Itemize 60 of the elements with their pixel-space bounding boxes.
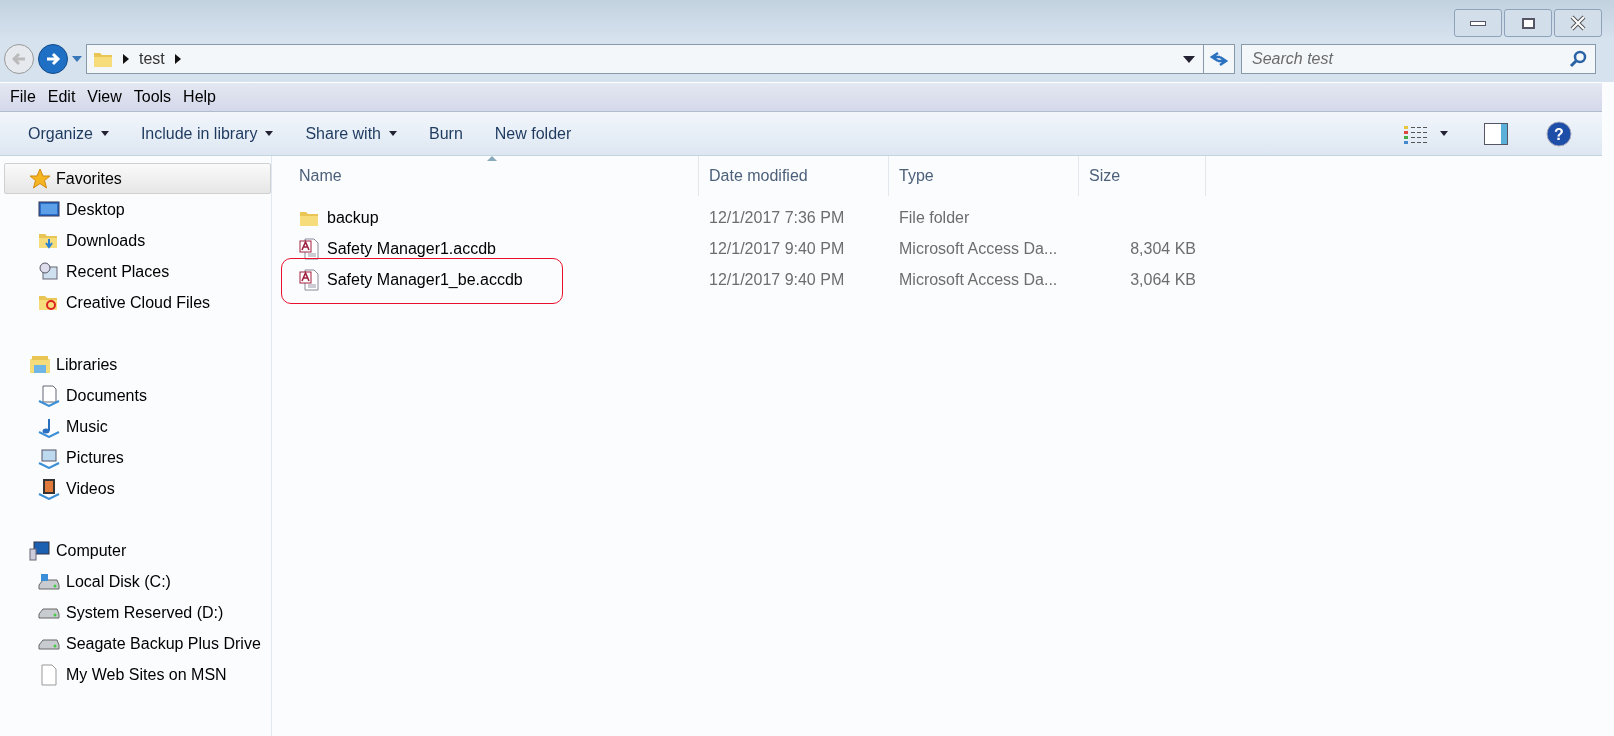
breadcrumb-item[interactable]: test xyxy=(139,47,165,71)
sidebar-group-label: Favorites xyxy=(56,168,122,189)
table-cell: 8,304 KB xyxy=(1130,239,1196,257)
table-cell: 3,064 KB xyxy=(1130,270,1196,288)
sidebar-item[interactable]: Recent Places xyxy=(4,256,271,287)
sidebar-item[interactable]: Videos xyxy=(4,473,271,504)
sidebar-item[interactable]: Documents xyxy=(4,380,271,411)
sidebar-item[interactable]: Seagate Backup Plus Drive xyxy=(4,628,271,659)
toolbar-button[interactable]: Organize xyxy=(16,118,121,149)
address-bar[interactable]: test xyxy=(86,44,1204,74)
menu-item[interactable]: File xyxy=(4,85,42,109)
column-header[interactable]: Type xyxy=(889,156,1079,196)
search-field[interactable]: Search test xyxy=(1241,44,1596,74)
toolbar-button[interactable]: Share with xyxy=(293,118,409,149)
table-cell-text: 12/1/2017 9:40 PM xyxy=(708,269,846,290)
sidebar-item-label: Videos xyxy=(66,478,115,499)
sidebar-item-label: Seagate Backup Plus Drive xyxy=(66,633,261,654)
sidebar-item-label: My Web Sites on MSN xyxy=(66,664,227,685)
sidebar-group-label: Computer xyxy=(56,540,127,561)
column-header[interactable]: Date modified xyxy=(699,156,889,196)
sidebar-group-label: Libraries xyxy=(56,354,118,375)
file-name: backup xyxy=(327,207,379,228)
menu-item[interactable]: Edit xyxy=(41,85,82,109)
menu-item[interactable]: View xyxy=(81,85,128,109)
table-cell-text: File folder xyxy=(898,207,971,228)
sidebar-item[interactable]: My Web Sites on MSN xyxy=(4,659,271,690)
sidebar-item[interactable]: Downloads xyxy=(4,225,271,256)
sidebar-item-label: Recent Places xyxy=(66,261,170,282)
sidebar-item[interactable]: Creative Cloud Files xyxy=(4,287,271,318)
sidebar-item-label: Music xyxy=(66,416,108,437)
table-cell-text: Microsoft Access Da... xyxy=(898,269,1059,290)
sidebar-item-label: Pictures xyxy=(66,447,124,468)
file-name: Safety Manager1_be.accdb xyxy=(327,269,523,290)
file-name: Safety Manager1.accdb xyxy=(327,238,496,259)
sidebar-item-label: Documents xyxy=(66,385,147,406)
sidebar-item-label: Local Disk (C:) xyxy=(66,571,171,592)
sidebar-item[interactable]: Local Disk (C:) xyxy=(4,566,271,597)
toolbar-button[interactable]: Include in library xyxy=(128,118,286,149)
menu-item[interactable]: Tools xyxy=(127,85,178,109)
toolbar-button[interactable]: Burn xyxy=(417,118,475,149)
sidebar-item[interactable]: Desktop xyxy=(4,194,271,225)
sidebar-item-label: Desktop xyxy=(66,199,125,220)
table-cell-text: 12/1/2017 7:36 PM xyxy=(708,207,846,228)
help-icon[interactable]: ? xyxy=(1546,120,1572,147)
sidebar-item-label: Downloads xyxy=(66,230,146,251)
sidebar-item-label: Creative Cloud Files xyxy=(66,292,211,313)
toolbar-button[interactable]: New folder xyxy=(482,118,584,149)
sidebar-item-label: System Reserved (D:) xyxy=(66,602,224,623)
table-cell-text: 12/1/2017 9:40 PM xyxy=(708,238,846,259)
sidebar-item[interactable]: Pictures xyxy=(4,442,271,473)
sidebar-group-header[interactable]: Favorites xyxy=(4,163,271,194)
column-header[interactable]: Name xyxy=(289,156,699,196)
sidebar-group-header[interactable]: Computer xyxy=(4,535,271,566)
sidebar-item[interactable]: Music xyxy=(4,411,271,442)
menu-item[interactable]: Help xyxy=(177,85,222,109)
sidebar-group-header[interactable]: Libraries xyxy=(4,349,271,380)
column-header[interactable]: Size xyxy=(1079,156,1206,196)
table-cell-text: Microsoft Access Da... xyxy=(898,238,1059,259)
sidebar-item[interactable]: System Reserved (D:) xyxy=(4,597,271,628)
search-input: Search test xyxy=(1252,47,1569,71)
